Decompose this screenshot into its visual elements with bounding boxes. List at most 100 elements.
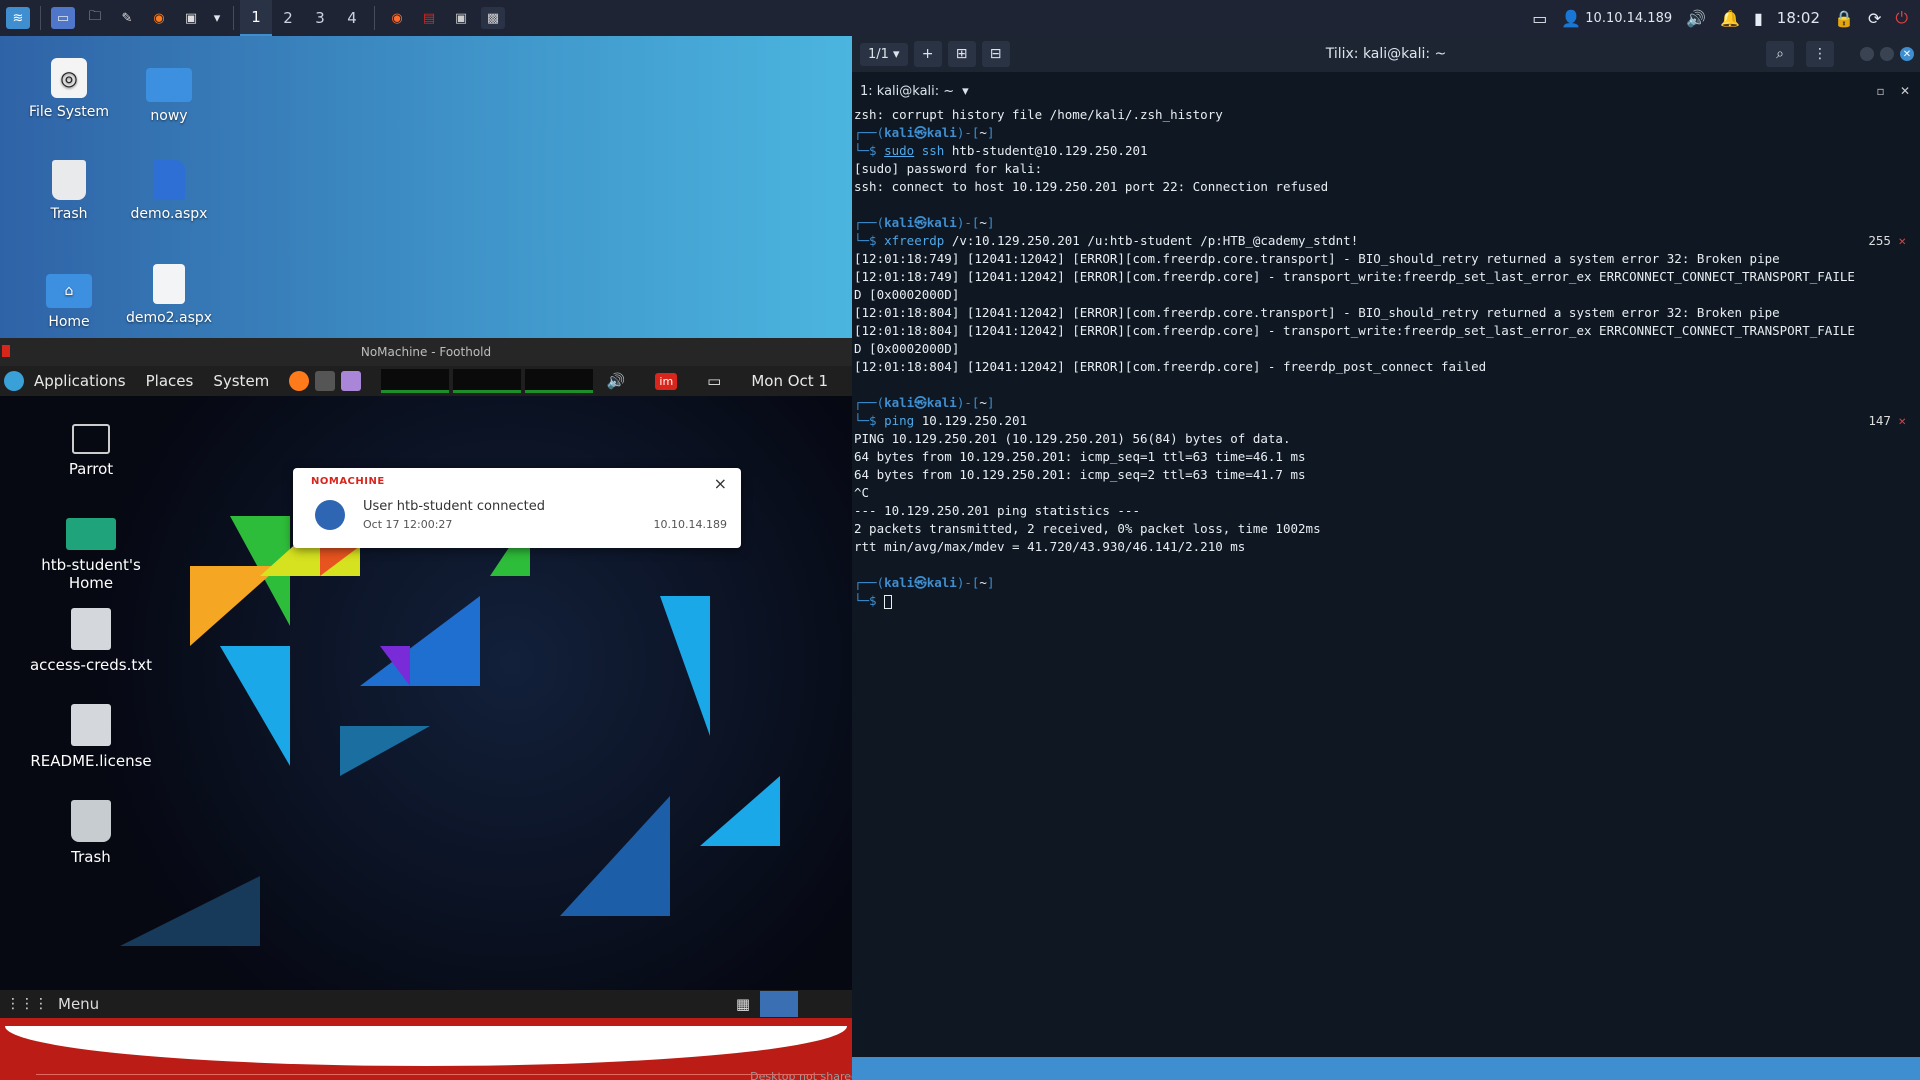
prompt-path: ~ <box>979 125 987 140</box>
parrot-logo-icon[interactable] <box>4 371 24 391</box>
desktop-icon-demo-aspx[interactable]: demo.aspx <box>114 160 224 222</box>
terminal-input-line: └─$ <box>854 592 1920 610</box>
wallpaper-shard <box>190 566 280 646</box>
tilix-window-icon[interactable]: ▩ <box>481 7 505 29</box>
terminal-cursor[interactable] <box>884 594 893 609</box>
add-terminal-button[interactable]: + <box>913 41 942 67</box>
terminal-icon[interactable] <box>315 371 336 391</box>
session-counter-dropdown[interactable]: 1/1 ▾ <box>860 42 908 66</box>
prompt-decoration: └─$ <box>854 233 885 248</box>
terminal-output-line: 64 bytes from 10.129.250.201: icmp_seq=2… <box>854 467 1306 482</box>
prompt-decoration: ┌──( <box>854 125 885 140</box>
system-monitor-graphs <box>380 369 593 393</box>
volume-icon[interactable]: 🔊 <box>1686 9 1706 28</box>
terminal-prompt-line: ┌──(kali㉿kali)-[~] <box>854 124 1920 142</box>
maximize-terminal-icon[interactable]: ▫ <box>1877 84 1885 98</box>
home-folder-icon <box>66 518 116 550</box>
parrot-date[interactable]: Mon Oct 1 <box>751 372 828 390</box>
net-graph <box>452 369 521 393</box>
desktop-icon-home[interactable]: ⌂ Home <box>14 264 124 330</box>
kali-menu-icon[interactable]: ≋ <box>6 7 30 29</box>
terminal-output-line: [12:01:18:804] [12041:12042] [ERROR][com… <box>854 359 1487 374</box>
session-counter: 1/1 <box>868 46 889 62</box>
cpu-graph <box>380 369 449 393</box>
split-right-button[interactable]: ⊞ <box>947 41 976 67</box>
desktop-icon-label: nowy <box>150 108 188 124</box>
places-menu[interactable]: Places <box>146 372 194 390</box>
workspace-3-button[interactable]: 3 <box>304 0 336 36</box>
lock-icon[interactable]: 🔒 <box>1834 9 1854 28</box>
footer-divider <box>36 1074 822 1075</box>
workspace-1-button[interactable]: 1 <box>240 0 272 36</box>
close-button[interactable]: ✕ <box>1900 47 1914 61</box>
applications-menu[interactable]: Applications <box>34 372 126 390</box>
web-file-icon <box>153 160 185 200</box>
parrot-desktop-icon-home[interactable]: htb-student's Home <box>26 512 156 592</box>
text-editor-icon[interactable]: ✎ <box>115 7 139 29</box>
volume-icon[interactable]: 🔊 <box>607 372 626 390</box>
desktop-icon-demo2-aspx[interactable]: demo2.aspx <box>114 264 224 326</box>
notification-ip: 10.10.14.189 <box>653 518 727 531</box>
clock[interactable]: 18:02 <box>1777 9 1820 27</box>
nomachine-titlebar[interactable]: NoMachine - Foothold <box>0 338 852 366</box>
terminal-prompt-line: ┌──(kali㉿kali)-[~] <box>854 214 1920 232</box>
terminal-prompt-line: ┌──(kali㉿kali)-[~] <box>854 574 1920 592</box>
desktop-icon-label: Trash <box>50 206 88 222</box>
chevron-down-icon[interactable]: ▾ <box>962 84 969 99</box>
im-badge[interactable]: im <box>655 372 678 390</box>
prompt-at-icon: ㉿ <box>914 575 927 590</box>
tilix-headerbar[interactable]: 1/1 ▾ + ⊞ ⊟ Tilix: kali@kali: ~ ⌕ ⋮ ✕ <box>852 36 1920 72</box>
maximize-button[interactable] <box>1880 47 1894 61</box>
terminal-output-line: [12:01:18:749] [12041:12042] [ERROR][com… <box>854 251 1780 266</box>
terminal-output[interactable]: zsh: corrupt history file /home/kali/.zs… <box>854 106 1920 1057</box>
workspace-pager[interactable] <box>760 991 798 1017</box>
terminal-window-icon[interactable]: ▣ <box>449 7 473 29</box>
notes-icon[interactable] <box>341 371 362 391</box>
workspace-4-button[interactable]: 4 <box>336 0 368 36</box>
nomachine-title: NoMachine - Foothold <box>360 345 492 359</box>
parrot-desktop-icon-parrot[interactable]: Parrot <box>26 418 156 478</box>
notification-close-button[interactable]: × <box>714 474 727 493</box>
display-icon[interactable]: ▭ <box>1532 9 1547 28</box>
minimize-button[interactable] <box>1860 47 1874 61</box>
workspace-2-button[interactable]: 2 <box>272 0 304 36</box>
search-icon[interactable]: ⌕ <box>1766 41 1794 67</box>
notification-time: Oct 17 12:00:27 <box>363 518 453 531</box>
menu-button[interactable]: Menu <box>58 995 99 1013</box>
terminal-icon[interactable]: ▣ <box>179 7 203 29</box>
screen-icon[interactable]: ▭ <box>707 372 721 390</box>
wallpaper-shard <box>660 596 710 736</box>
firefox-window-icon[interactable]: ◉ <box>385 7 409 29</box>
desktop-icon-label: demo2.aspx <box>125 310 213 326</box>
split-down-button[interactable]: ⊟ <box>981 41 1010 67</box>
desktop-icon-nowy[interactable]: nowy <box>114 58 224 124</box>
prompt-decoration: )-[ <box>956 395 980 410</box>
desktop-icon-trash[interactable]: Trash <box>14 160 124 222</box>
workspace-icon[interactable]: ▦ <box>736 995 750 1013</box>
parrot-desktop-icon-access-creds[interactable]: access-creds.txt <box>26 608 156 674</box>
parrot-desktop-icon-readme[interactable]: README.license <box>26 704 156 770</box>
show-desktop-icon[interactable]: ▭ <box>51 7 75 29</box>
system-menu[interactable]: System <box>213 372 269 390</box>
firefox-icon[interactable] <box>289 371 310 391</box>
refresh-icon[interactable]: ⟳ <box>1868 9 1881 28</box>
firefox-icon[interactable]: ◉ <box>147 7 171 29</box>
menu-grid-icon[interactable]: ⋮⋮⋮ <box>6 996 48 1012</box>
nomachine-window-icon[interactable]: ▤ <box>417 7 441 29</box>
trash-icon <box>71 800 111 842</box>
file-manager-icon[interactable]: 🗀 <box>83 7 107 29</box>
power-icon[interactable]: ⏻ <box>1895 8 1908 28</box>
battery-icon[interactable]: ▮ <box>1754 9 1763 28</box>
kebab-menu-icon[interactable]: ⋮ <box>1806 41 1834 67</box>
parrot-desktop-icon-trash[interactable]: Trash <box>26 800 156 866</box>
close-terminal-icon[interactable]: ✕ <box>1900 84 1910 98</box>
chevron-down-icon[interactable]: ▾ <box>211 7 223 29</box>
terminal-output-line: PING 10.129.250.201 (10.129.250.201) 56(… <box>854 431 1291 446</box>
bell-icon[interactable]: 🔔 <box>1720 9 1740 28</box>
vpn-indicator[interactable]: 👤 10.10.14.189 <box>1561 9 1672 28</box>
terminal-title-bar[interactable]: 1: kali@kali: ~ ▾ ▫ ✕ <box>852 82 1920 100</box>
desktop-icon-file-system[interactable]: ◎ File System <box>14 58 124 120</box>
hard-drive-icon: ◎ <box>51 58 87 98</box>
mem-graph <box>524 369 593 393</box>
